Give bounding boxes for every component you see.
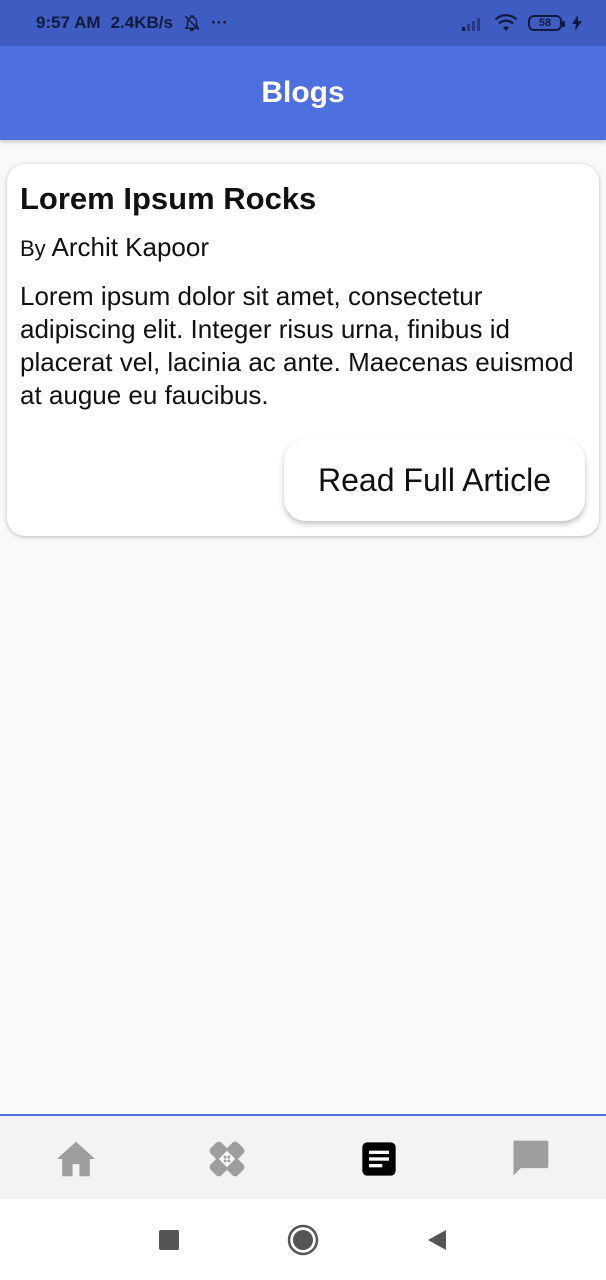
home-icon: [56, 1141, 95, 1176]
article-title: Lorem Ipsum Rocks: [20, 181, 317, 216]
bottom-navigation: [0, 1114, 606, 1201]
chat-icon: [513, 1140, 549, 1175]
nav-blogs[interactable]: [339, 1129, 419, 1189]
wifi-icon: [494, 14, 518, 31]
article-author: Archit Kapoor: [51, 232, 210, 262]
article-icon: [362, 1141, 396, 1176]
nav-home[interactable]: [36, 1129, 116, 1189]
notifications-off-icon: [184, 15, 200, 32]
battery-level: 58: [538, 17, 552, 29]
article-author-line: By Archit Kapoor: [20, 232, 586, 264]
charging-icon: [572, 15, 582, 31]
nav-chat[interactable]: [490, 1129, 570, 1189]
author-prefix: By: [20, 236, 46, 261]
app-bar: Blogs: [0, 46, 606, 140]
article-card: Lorem Ipsum Rocks By Archit Kapoor Lorem…: [7, 164, 599, 536]
status-time: 9:57 AM: [36, 13, 101, 32]
home-system-button[interactable]: [281, 1218, 325, 1262]
more-icon: ···: [210, 13, 228, 32]
home-circle-icon: [287, 1224, 319, 1255]
bandage-icon: [209, 1141, 245, 1176]
system-navigation-bar: [0, 1199, 606, 1280]
read-full-article-button[interactable]: Read Full Article: [284, 439, 585, 521]
page-title: Blogs: [261, 76, 345, 109]
status-network-speed: 2.4KB/s: [110, 13, 173, 32]
recents-button[interactable]: [147, 1218, 191, 1262]
battery-icon: 58: [528, 15, 565, 31]
article-excerpt: Lorem ipsum dolor sit amet, consectetur …: [20, 281, 574, 410]
recents-icon: [159, 1229, 179, 1250]
status-bar: 9:57 AM 2.4KB/s ··· 58: [0, 0, 606, 46]
back-icon: [428, 1229, 446, 1250]
back-button[interactable]: [415, 1218, 459, 1262]
cell-signal-icon: [462, 18, 480, 31]
nav-health[interactable]: [187, 1129, 267, 1189]
